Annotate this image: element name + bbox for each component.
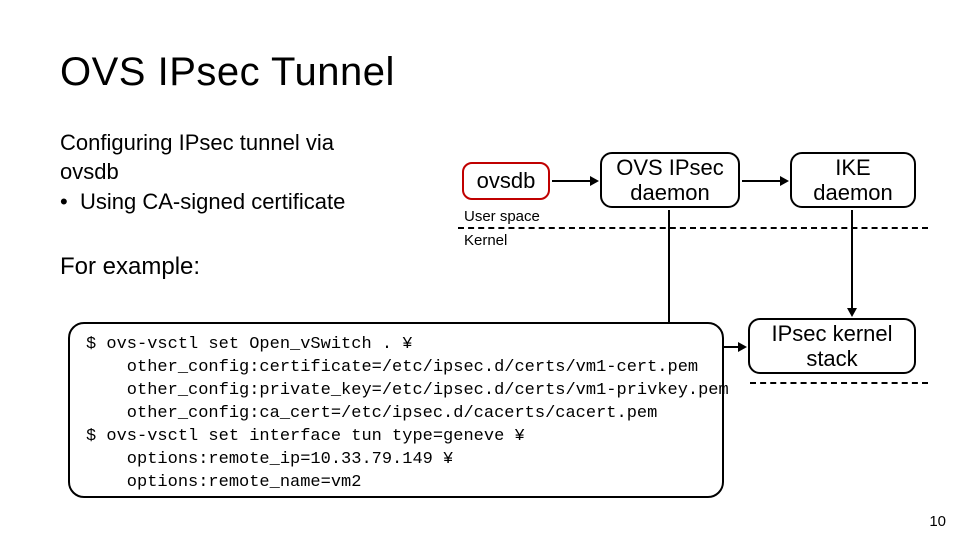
kernel-bottom-divider — [750, 382, 928, 384]
ovs-ipsec-daemon-box: OVS IPsec daemon — [600, 152, 740, 208]
ipsec-kernel-stack-box: IPsec kernel stack — [748, 318, 916, 374]
ovsdb-box: ovsdb — [462, 162, 550, 200]
user-space-label: User space — [464, 208, 540, 225]
intro-line-1: Configuring IPsec tunnel via — [60, 129, 410, 158]
kernel-label: Kernel — [464, 232, 507, 249]
code-example: $ ovs-vsctl set Open_vSwitch . ¥ other_c… — [68, 322, 724, 498]
intro-bullet: • Using CA-signed certificate — [60, 188, 410, 217]
user-kernel-divider — [458, 227, 928, 229]
slide-title: OVS IPsec Tunnel — [60, 50, 900, 95]
intro-line-2: ovsdb — [60, 158, 410, 187]
ike-daemon-box: IKE daemon — [790, 152, 916, 208]
intro-block: Configuring IPsec tunnel via ovsdb • Usi… — [60, 129, 410, 217]
page-number: 10 — [929, 513, 946, 530]
bullet-dot: • — [60, 188, 80, 217]
slide: OVS IPsec Tunnel Configuring IPsec tunne… — [0, 0, 960, 540]
intro-bullet-text: Using CA-signed certificate — [80, 188, 345, 217]
